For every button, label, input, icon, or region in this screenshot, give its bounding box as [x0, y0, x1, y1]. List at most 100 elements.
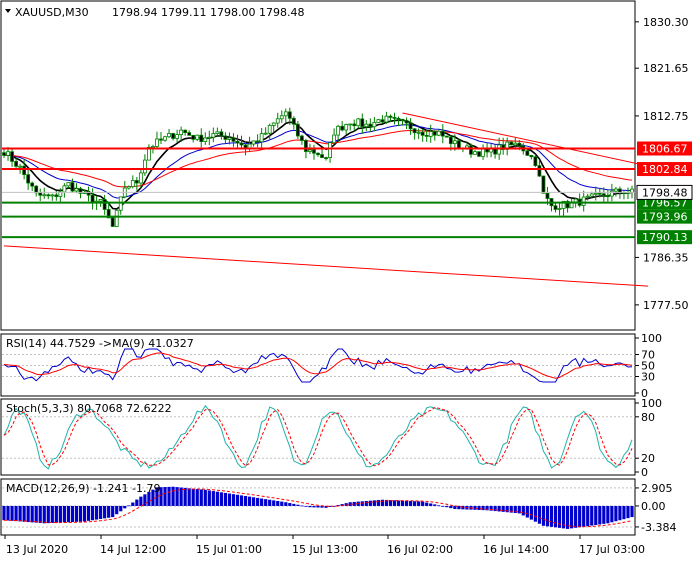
candle-body: [155, 138, 159, 147]
macd-histogram-bar: [111, 505, 115, 518]
macd-histogram-bar: [46, 505, 50, 524]
candle-body: [424, 134, 429, 137]
macd-histogram-bar: [30, 505, 34, 523]
candle-body: [66, 182, 71, 187]
macd-histogram-bar: [223, 492, 228, 506]
macd-histogram-bar: [215, 491, 219, 506]
macd-histogram-bar: [449, 505, 453, 509]
macd-histogram-bar: [300, 505, 304, 507]
candle-body: [312, 149, 316, 154]
macd-histogram-bar: [272, 500, 276, 506]
candle-body: [251, 140, 256, 145]
candle-body: [344, 124, 349, 131]
candle-body: [239, 142, 244, 146]
stoch-tick-label: 80: [641, 411, 655, 424]
candle-body: [18, 165, 23, 168]
candle-body: [597, 192, 602, 195]
macd-histogram-bar: [203, 489, 207, 506]
macd-histogram-bar: [50, 505, 54, 523]
macd-histogram-bar: [66, 505, 71, 523]
candle-body: [34, 185, 39, 194]
candle-body: [54, 194, 59, 197]
candle-body: [291, 117, 296, 125]
macd-histogram-bar: [78, 505, 83, 522]
candle-body: [207, 136, 212, 139]
macd-histogram-bar: [521, 505, 525, 516]
macd-histogram-bar: [574, 505, 578, 528]
candle-body: [191, 134, 196, 140]
macd-histogram-bar: [404, 500, 409, 506]
candle-body: [203, 137, 208, 142]
candle-body: [279, 115, 284, 120]
candle-body: [167, 133, 171, 138]
macd-histogram-bar: [594, 505, 598, 525]
macd-histogram-bar: [380, 499, 385, 506]
macd-histogram-bar: [421, 501, 425, 506]
candle-body: [98, 198, 103, 202]
macd-histogram-bar: [171, 486, 175, 506]
candle-body: [50, 194, 55, 197]
macd-histogram-bar: [288, 503, 292, 506]
candle-body: [428, 131, 433, 137]
macd-histogram-bar: [606, 505, 610, 524]
candle-body: [436, 130, 441, 136]
macd-histogram-bar: [400, 500, 405, 506]
macd-histogram-bar: [425, 502, 429, 506]
macd-histogram-bar: [570, 505, 574, 529]
time-tick-label: 16 Jul 14:00: [483, 543, 549, 556]
macd-histogram-bar: [247, 496, 252, 506]
macd-histogram-bar: [187, 488, 191, 506]
candle-body: [416, 131, 421, 134]
macd-histogram-bar: [260, 498, 264, 506]
macd-histogram-bar: [127, 505, 131, 507]
candle-body: [2, 152, 6, 156]
candle-body: [593, 192, 598, 195]
candle-body: [380, 119, 385, 123]
candle-body: [581, 196, 586, 206]
macd-histogram-bar: [549, 505, 554, 527]
current-price-label: 1798.48: [642, 186, 688, 199]
macd-histogram-bar: [541, 505, 546, 526]
candle-body: [630, 188, 634, 193]
macd-histogram-bar: [82, 505, 87, 522]
macd-histogram-bar: [115, 505, 119, 515]
candle-body: [299, 135, 304, 141]
candle-body: [541, 175, 546, 194]
macd-histogram-bar: [582, 505, 586, 527]
price-tick-label: 1830.30: [643, 16, 689, 29]
candle-body: [352, 123, 357, 127]
trading-chart: 1830.30 1821.65 1812.75 1786.35 1777.50 1802.…: [0, 0, 693, 556]
candle-body: [509, 141, 514, 146]
candle-body: [589, 193, 594, 197]
candle-body: [360, 118, 365, 128]
macd-histogram-bar: [74, 505, 79, 522]
candle-body: [384, 115, 389, 123]
candle-body: [316, 152, 320, 156]
macd-histogram-bar: [578, 505, 582, 528]
price-tick-label: 1786.35: [643, 251, 689, 264]
candle-body: [138, 172, 143, 184]
macd-histogram-bar: [533, 505, 537, 522]
macd-histogram-bar: [163, 487, 167, 506]
macd-histogram-bar: [139, 496, 143, 506]
macd-histogram-bar: [477, 505, 481, 510]
candle-body: [545, 192, 550, 199]
macd-histogram-bar: [308, 505, 312, 508]
macd-histogram-bar: [58, 505, 62, 523]
candle-body: [553, 205, 558, 210]
candle-body: [235, 140, 240, 144]
candle-body: [618, 188, 622, 193]
macd-histogram-bar: [195, 489, 199, 506]
macd-histogram-bar: [207, 490, 211, 506]
macd-histogram-bar: [630, 505, 634, 518]
candle-body: [481, 148, 485, 157]
candle-body: [14, 161, 18, 167]
macd-histogram-bar: [34, 505, 38, 523]
candle-body: [215, 131, 220, 134]
macd-histogram-bar: [445, 505, 449, 508]
macd-histogram-bar: [408, 501, 413, 506]
macd-histogram-bar: [586, 505, 590, 527]
candle-body: [328, 142, 332, 159]
candle-body: [219, 131, 224, 137]
candle-body: [267, 124, 272, 134]
